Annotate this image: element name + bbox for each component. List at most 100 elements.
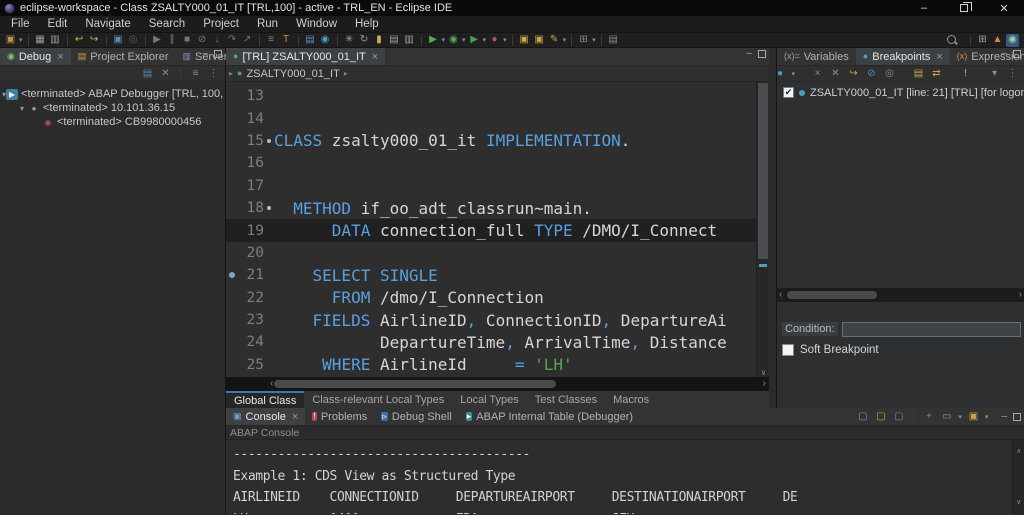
dropdown-arrow-icon[interactable]: ▾ <box>563 36 567 44</box>
new-wizard-icon[interactable]: ▣ <box>4 34 17 47</box>
console-vertical-scrollbar[interactable]: ∧ ∨ <box>1012 440 1024 514</box>
maximize-view-icon[interactable] <box>1013 412 1021 421</box>
link-with-debug-icon[interactable]: ⇄ <box>930 67 943 80</box>
dropdown-arrow-icon[interactable]: ▾ <box>592 36 596 44</box>
expander-icon[interactable]: ▾ <box>16 104 28 113</box>
maximize-view-icon[interactable] <box>758 50 766 58</box>
code-editor[interactable]: 13 14 15 CLASS zsalty000_01_it IMPLEMENTATI… <box>226 82 769 377</box>
breakpoint-ruler[interactable] <box>226 331 238 353</box>
breakpoint-ruler[interactable] <box>226 197 238 219</box>
menu-help[interactable]: Help <box>346 16 388 33</box>
menu-file[interactable]: File <box>2 16 39 33</box>
code-line[interactable]: 16 <box>226 152 769 174</box>
lock-icon[interactable]: ▮ <box>373 34 386 47</box>
scrollbar-thumb[interactable] <box>787 291 877 299</box>
minimize-view-icon[interactable]: – <box>746 49 752 59</box>
tab-variables[interactable]: (x)= Variables <box>777 48 856 65</box>
step-into-icon[interactable]: ↓ <box>211 34 224 47</box>
sap-system-icon[interactable]: ◉ <box>319 34 332 47</box>
search-icon[interactable] <box>946 34 958 46</box>
activate-icon[interactable]: ▤ <box>388 34 401 47</box>
close-button[interactable]: ✕ <box>984 0 1024 16</box>
open-console-icon[interactable]: + <box>922 410 935 423</box>
code-line[interactable]: 25 WHERE AirlineId = 'LH' <box>226 354 769 376</box>
breakpoint-ruler[interactable] <box>226 242 238 264</box>
navigate-back-icon[interactable]: ↩ <box>73 34 86 47</box>
close-icon[interactable]: × <box>372 51 378 63</box>
tab-test-classes[interactable]: Test Classes <box>527 391 605 408</box>
mass-activate-icon[interactable]: ▥ <box>403 34 416 47</box>
clear-console-icon[interactable]: ▢ <box>892 410 905 423</box>
code-line[interactable]: 23 FIELDS AirlineID, ConnectionID, Depar… <box>226 309 769 331</box>
minimize-button[interactable]: – <box>904 0 944 16</box>
breakpoints-horizontal-scrollbar[interactable]: ‹ › <box>777 288 1024 302</box>
step-over-icon[interactable]: ↷ <box>226 34 239 47</box>
breakpoint-ruler[interactable] <box>226 152 238 174</box>
dropdown-arrow-icon[interactable]: ▾ <box>19 36 23 44</box>
code-line[interactable]: 15 CLASS zsalty000_01_it IMPLEMENTATION. <box>226 130 769 152</box>
scrollbar-thumb[interactable] <box>758 83 768 259</box>
breakpoint-ruler[interactable] <box>226 354 238 376</box>
terminate-icon[interactable]: ■ <box>181 34 194 47</box>
minimize-view-icon[interactable]: – <box>1001 49 1007 59</box>
tab-debug-shell[interactable]: ▹ Debug Shell <box>374 408 458 425</box>
goto-file-icon[interactable]: ↪ <box>847 67 860 80</box>
code-line[interactable]: 21 SELECT SINGLE <box>226 264 769 286</box>
dropdown-arrow-icon[interactable]: ▾ <box>503 36 507 44</box>
scrollbar-thumb[interactable] <box>274 380 556 388</box>
restore-button[interactable] <box>944 0 984 16</box>
breakpoint-type-icon[interactable]: ● <box>773 67 786 80</box>
tab-macros[interactable]: Macros <box>605 391 657 408</box>
remove-terminated-icon[interactable]: ✕ <box>159 67 172 80</box>
breakpoint-ruler[interactable] <box>226 175 238 197</box>
open-editor-icon[interactable]: ▣ <box>533 34 546 47</box>
resume-icon[interactable]: ▶ <box>151 34 164 47</box>
minimize-view-icon[interactable]: – <box>1001 411 1007 421</box>
more-icon[interactable]: ⋮ <box>207 67 220 80</box>
collapse-all-icon[interactable]: ▤ <box>141 67 154 80</box>
close-icon[interactable]: × <box>292 411 298 423</box>
dropdown-arrow-icon[interactable]: ▾ <box>442 36 446 44</box>
editor-horizontal-scrollbar[interactable]: ‹ › <box>226 377 769 391</box>
tab-console[interactable]: ▣ Console × <box>226 408 306 425</box>
breakpoint-item[interactable]: ✔ ZSALTY000_01_IT [line: 21] [TRL] [for l… <box>777 85 1024 100</box>
breakpoint-ruler[interactable] <box>226 264 238 286</box>
group-by-icon[interactable]: ▤ <box>912 67 925 80</box>
tree-item[interactable]: ◉ <terminated> CB9980000456 <box>0 115 225 129</box>
scroll-left-arrow-icon[interactable]: ‹ <box>270 378 273 389</box>
menu-navigate[interactable]: Navigate <box>76 16 139 33</box>
step-filters-icon[interactable]: T <box>280 34 293 47</box>
remove-all-breakpoints-icon[interactable]: ✕ <box>829 67 842 80</box>
debug-icon[interactable]: ◉ <box>447 34 460 47</box>
remove-breakpoint-icon[interactable]: × <box>811 67 824 80</box>
code-line[interactable]: 13 <box>226 85 769 107</box>
data-preview-icon[interactable]: ⊞ <box>577 34 590 47</box>
scroll-down-arrow-icon[interactable]: ∨ <box>757 368 769 377</box>
view-menu-icon[interactable]: ≡ <box>189 67 202 80</box>
condition-input[interactable] <box>841 321 1021 337</box>
scroll-right-arrow-icon[interactable]: › <box>1019 289 1022 300</box>
close-icon[interactable]: × <box>936 51 942 63</box>
code-line[interactable]: 19 DATA connection_full TYPE /DMO/I_Conn… <box>226 219 769 242</box>
tab-class-relevant-local-types[interactable]: Class-relevant Local Types <box>304 391 452 408</box>
scroll-down-arrow-icon[interactable]: ∨ <box>1017 492 1021 514</box>
breakpoint-ruler[interactable] <box>226 287 238 309</box>
breakpoint-ruler[interactable] <box>226 107 238 129</box>
save-icon[interactable]: ▦ <box>34 34 47 47</box>
editor-vertical-scrollbar[interactable]: ∨ <box>756 82 769 377</box>
code-line[interactable]: 14 <box>226 107 769 129</box>
navigate-forward-icon[interactable]: ↪ <box>88 34 101 47</box>
customize-perspective-icon[interactable]: ⊞ <box>976 34 989 47</box>
save-all-icon[interactable]: ▥ <box>49 34 62 47</box>
run-icon[interactable]: ▶ <box>427 34 440 47</box>
feed-reader-icon[interactable]: ▤ <box>607 34 620 47</box>
filter-icon[interactable]: ▾ <box>988 67 1001 80</box>
warning-icon[interactable]: ! <box>959 67 972 80</box>
code-line[interactable]: 20 <box>226 242 769 264</box>
dropdown-arrow-icon[interactable]: ▾ <box>985 413 989 421</box>
dropdown-arrow-icon[interactable]: ▾ <box>791 70 795 78</box>
dropdown-arrow-icon[interactable]: ▾ <box>483 36 487 44</box>
remove-all-launches-icon[interactable]: ▢ <box>874 410 887 423</box>
editor-tab[interactable]: ● [TRL] ZSALTY000_01_IT × <box>226 48 386 65</box>
show-breakpoints-icon[interactable]: ◎ <box>883 67 896 80</box>
